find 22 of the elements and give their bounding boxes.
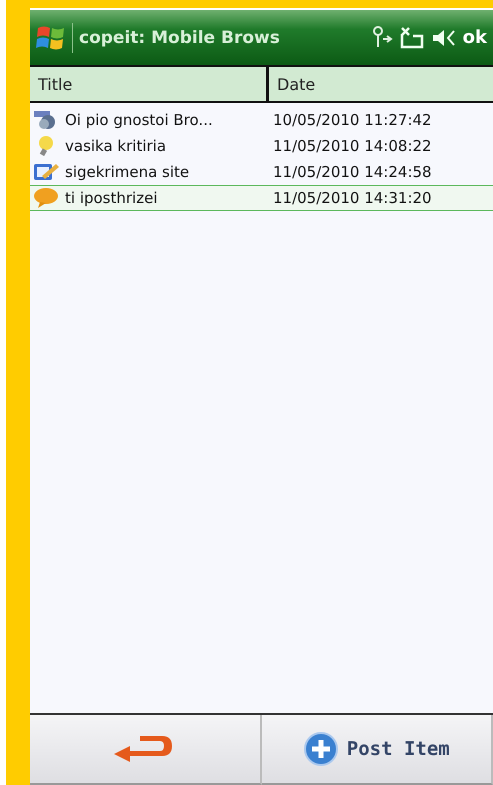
no-signal-icon[interactable] [398, 26, 425, 50]
notepad-pencil-icon [32, 161, 62, 183]
ok-button[interactable]: ok [462, 27, 487, 48]
windows-logo-icon[interactable] [36, 24, 66, 52]
plus-circle-icon [302, 731, 339, 767]
title-cell: Oi pio gnostoi Bro... [65, 111, 213, 129]
title-cell: ti iposthrizei [65, 189, 158, 207]
list-row[interactable]: vasika kritiria 11/05/2010 14:08:22 [30, 133, 493, 159]
column-header[interactable]: Date [266, 67, 493, 101]
back-button[interactable] [30, 715, 262, 785]
window-title: copeit: Mobile Brows [79, 28, 281, 48]
date-cell: 11/05/2010 14:08:22 [273, 137, 432, 155]
title-cell: vasika kritiria [65, 137, 166, 155]
date-cell: 11/05/2010 14:24:58 [273, 163, 432, 181]
list-row[interactable]: ti iposthrizei 11/05/2010 14:31:20 [30, 185, 493, 211]
list-row[interactable]: Oi pio gnostoi Bro... 10/05/2010 11:27:42 [30, 107, 493, 133]
list-row[interactable]: sigekrimena site 11/05/2010 14:24:58 [30, 159, 493, 185]
column-header[interactable]: Title [30, 67, 266, 101]
post-item-button[interactable]: Post Item [262, 715, 493, 785]
date-cell: 10/05/2010 11:27:42 [273, 111, 432, 129]
title-cell: sigekrimena site [65, 163, 190, 181]
date-cell: 11/05/2010 14:31:20 [273, 189, 432, 207]
